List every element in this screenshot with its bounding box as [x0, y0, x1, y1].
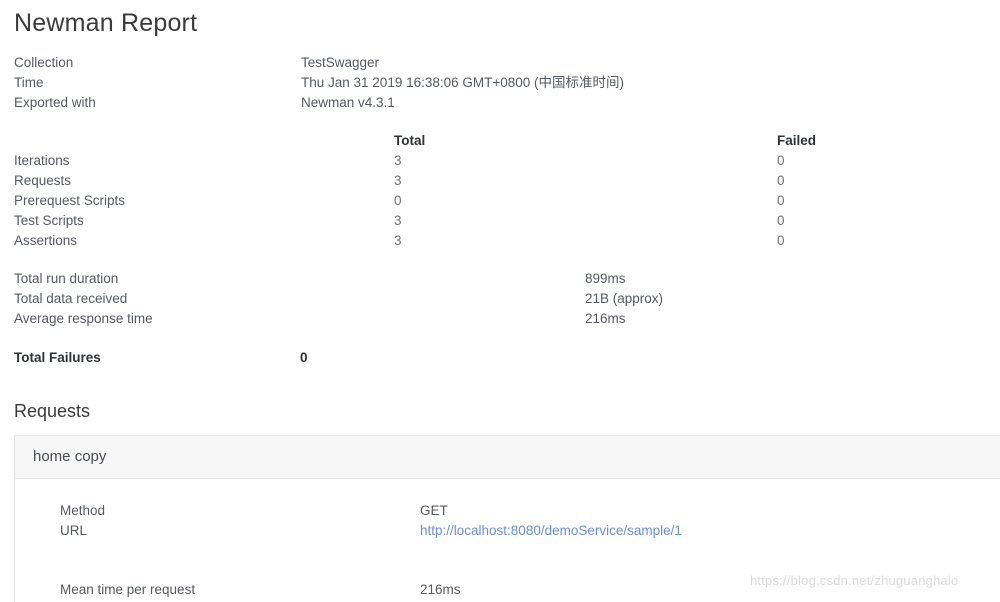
- summary-label-total-run-duration: Total run duration: [14, 271, 119, 286]
- meta-row-collection: Collection TestSwagger: [14, 53, 1000, 73]
- summary-value-total-run-duration: 899ms: [585, 271, 626, 286]
- table-row: Test Scripts 3 0: [14, 211, 1000, 231]
- request-metric-value-mean-time: 216ms: [420, 582, 461, 597]
- meta-value-collection: TestSwagger: [301, 55, 380, 70]
- request-detail-label-url: URL: [60, 523, 88, 538]
- stats-failed-test-scripts: 0: [777, 213, 785, 228]
- stats-failed-prerequest-scripts: 0: [777, 193, 785, 208]
- meta-label-exported-with: Exported with: [14, 95, 96, 110]
- summary-row-average-response-time: Average response time 216ms: [14, 309, 1000, 329]
- summary-row-total-run-duration: Total run duration 899ms: [14, 269, 1000, 289]
- table-row: Assertions 3 0: [14, 231, 1000, 251]
- table-row: Prerequest Scripts 0 0: [14, 191, 1000, 211]
- meta-value-time: Thu Jan 31 2019 16:38:06 GMT+0800 (中国标准时…: [301, 75, 625, 90]
- table-row: Requests 3 0: [14, 171, 1000, 191]
- table-row: Iterations 3 0: [14, 151, 1000, 171]
- stats-failed-assertions: 0: [777, 233, 785, 248]
- meta-label-time: Time: [14, 75, 44, 90]
- summary-label-average-response-time: Average response time: [14, 311, 153, 326]
- stats-table: Total Failed Iterations 3 0 Requests 3 0…: [0, 131, 1000, 251]
- meta-value-exported-with: Newman v4.3.1: [301, 95, 395, 110]
- request-url-link[interactable]: http://localhost:8080/demoService/sample…: [420, 521, 682, 541]
- total-failures-label: Total Failures: [14, 350, 101, 365]
- newman-report-page: Newman Report Collection TestSwagger Tim…: [0, 0, 1000, 602]
- request-card: home copy Method GET URL http://localhos…: [14, 435, 1000, 602]
- meta-label-collection: Collection: [14, 55, 74, 70]
- request-card-header: home copy: [15, 436, 1000, 479]
- total-failures-value: 0: [300, 350, 308, 365]
- summary-value-total-data-received: 21B (approx): [585, 291, 664, 306]
- meta-row-exported-with: Exported with Newman v4.3.1: [14, 93, 1000, 113]
- request-metric-mean-time: Mean time per request 216ms: [15, 580, 1000, 600]
- stats-label-prerequest-scripts: Prerequest Scripts: [14, 193, 126, 208]
- stats-total-requests: 3: [394, 173, 402, 188]
- meta-row-time: Time Thu Jan 31 2019 16:38:06 GMT+0800 (…: [14, 73, 1000, 93]
- stats-label-assertions: Assertions: [14, 233, 78, 248]
- summary-value-average-response-time: 216ms: [585, 311, 626, 326]
- stats-header-row: Total Failed: [14, 131, 1000, 151]
- request-detail-value-method: GET: [420, 503, 448, 518]
- stats-total-test-scripts: 3: [394, 213, 402, 228]
- summary-label-total-data-received: Total data received: [14, 291, 128, 306]
- stats-label-test-scripts: Test Scripts: [14, 213, 84, 228]
- stats-failed-requests: 0: [777, 173, 785, 188]
- stats-total-iterations: 3: [394, 153, 402, 168]
- request-metric-label-mean-time: Mean time per request: [60, 582, 196, 597]
- request-detail-url: URL http://localhost:8080/demoService/sa…: [15, 521, 1000, 541]
- stats-label-iterations: Iterations: [14, 153, 70, 168]
- stats-total-prerequest-scripts: 0: [394, 193, 402, 208]
- request-detail-label-method: Method: [60, 503, 106, 518]
- request-card-body: Method GET URL http://localhost:8080/dem…: [15, 479, 1000, 602]
- request-detail-method: Method GET: [15, 501, 1000, 521]
- stats-header-failed: Failed: [777, 133, 817, 148]
- requests-section-title: Requests: [14, 401, 91, 421]
- summary-row-total-data-received: Total data received 21B (approx): [14, 289, 1000, 309]
- run-summary: Total run duration 899ms Total data rece…: [0, 269, 1000, 329]
- report-meta: Collection TestSwagger Time Thu Jan 31 2…: [0, 53, 1000, 113]
- stats-failed-iterations: 0: [777, 153, 785, 168]
- total-failures-row: Total Failures 0: [0, 348, 1000, 368]
- stats-header-total: Total: [394, 133, 426, 148]
- stats-total-assertions: 3: [394, 233, 402, 248]
- page-title: Newman Report: [14, 9, 198, 37]
- stats-label-requests: Requests: [14, 173, 72, 188]
